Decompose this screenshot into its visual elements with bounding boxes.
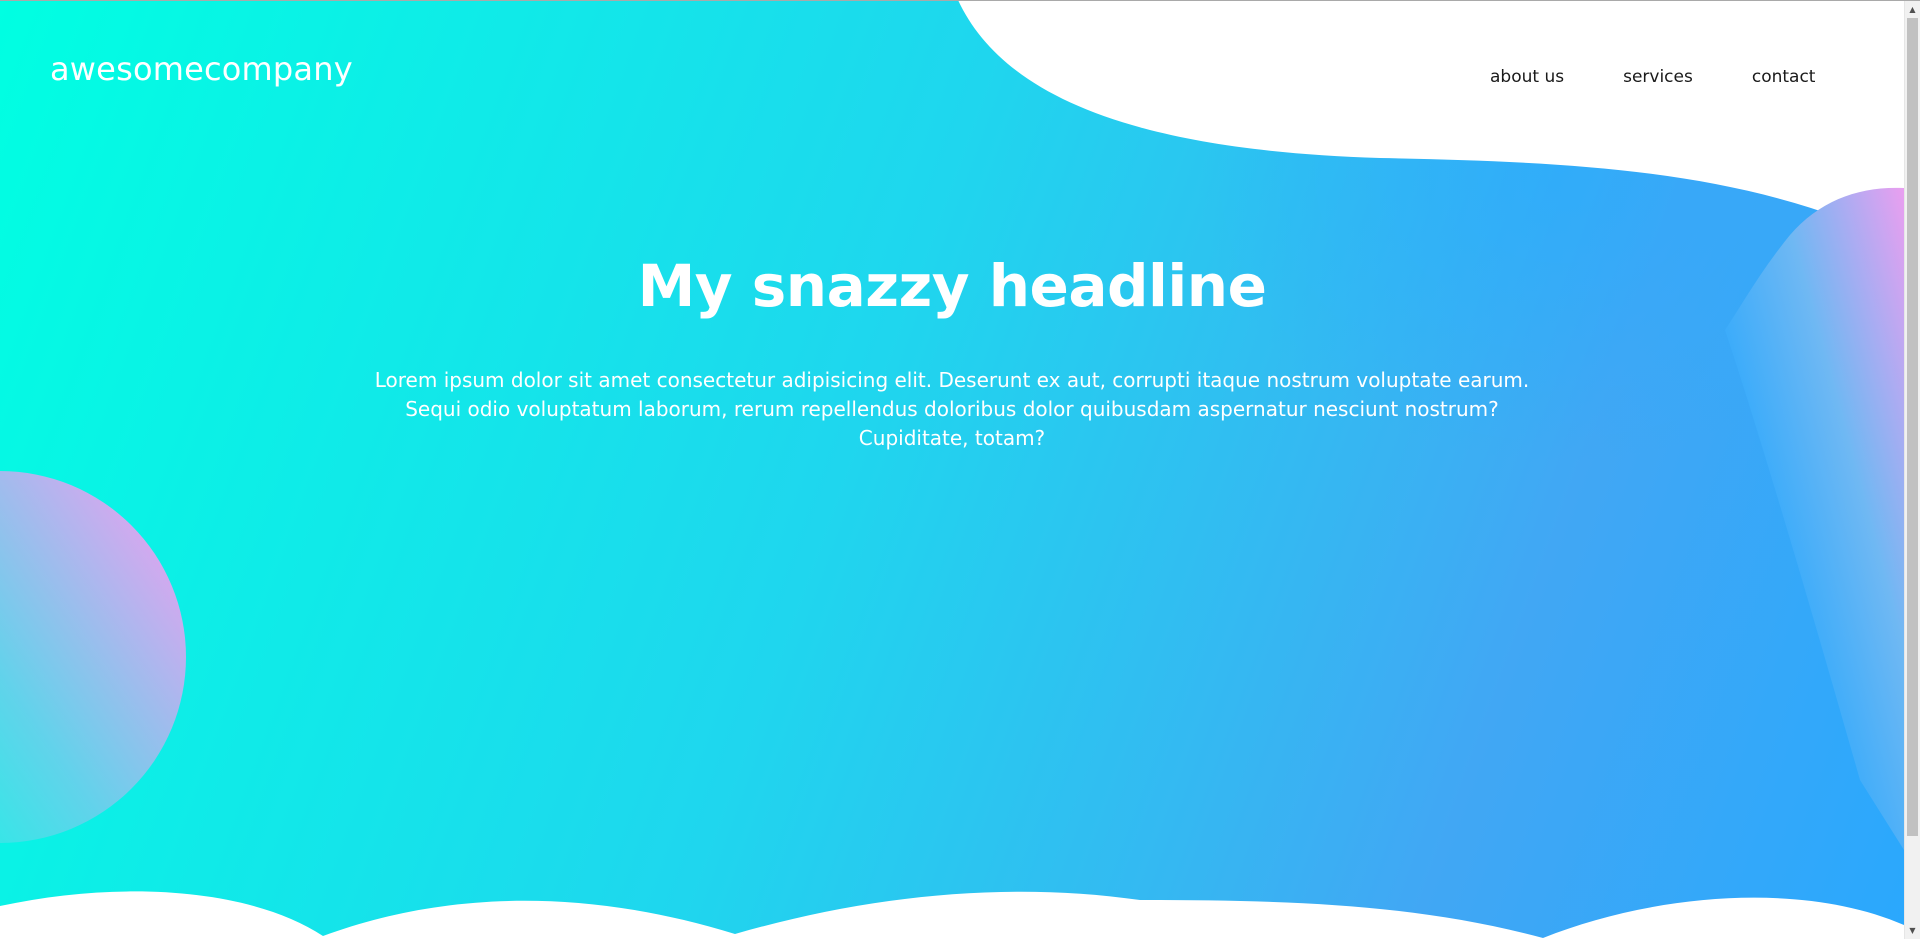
nav-link-contact[interactable]: contact [1752, 67, 1816, 87]
hero-headline: My snazzy headline [637, 252, 1267, 320]
main-nav: about us services contact [1490, 67, 1815, 87]
scrollbar-thumb[interactable] [1907, 18, 1918, 836]
nav-link-about-us[interactable]: about us [1490, 67, 1564, 87]
bottom-wave-shape [0, 891, 1904, 939]
scroll-up-arrow-icon[interactable]: ▲ [1905, 1, 1920, 18]
viewport: awesomecompany about us services contact… [0, 0, 1904, 939]
vertical-scrollbar[interactable]: ▲ ▼ [1904, 0, 1920, 939]
page: awesomecompany about us services contact… [0, 0, 1920, 939]
window-top-border [0, 0, 1920, 1]
hero-body-text: Lorem ipsum dolor sit amet consectetur a… [374, 368, 1530, 450]
brand-logo[interactable]: awesomecompany [50, 50, 353, 88]
nav-link-services[interactable]: services [1623, 67, 1693, 87]
scroll-down-arrow-icon[interactable]: ▼ [1905, 922, 1920, 939]
